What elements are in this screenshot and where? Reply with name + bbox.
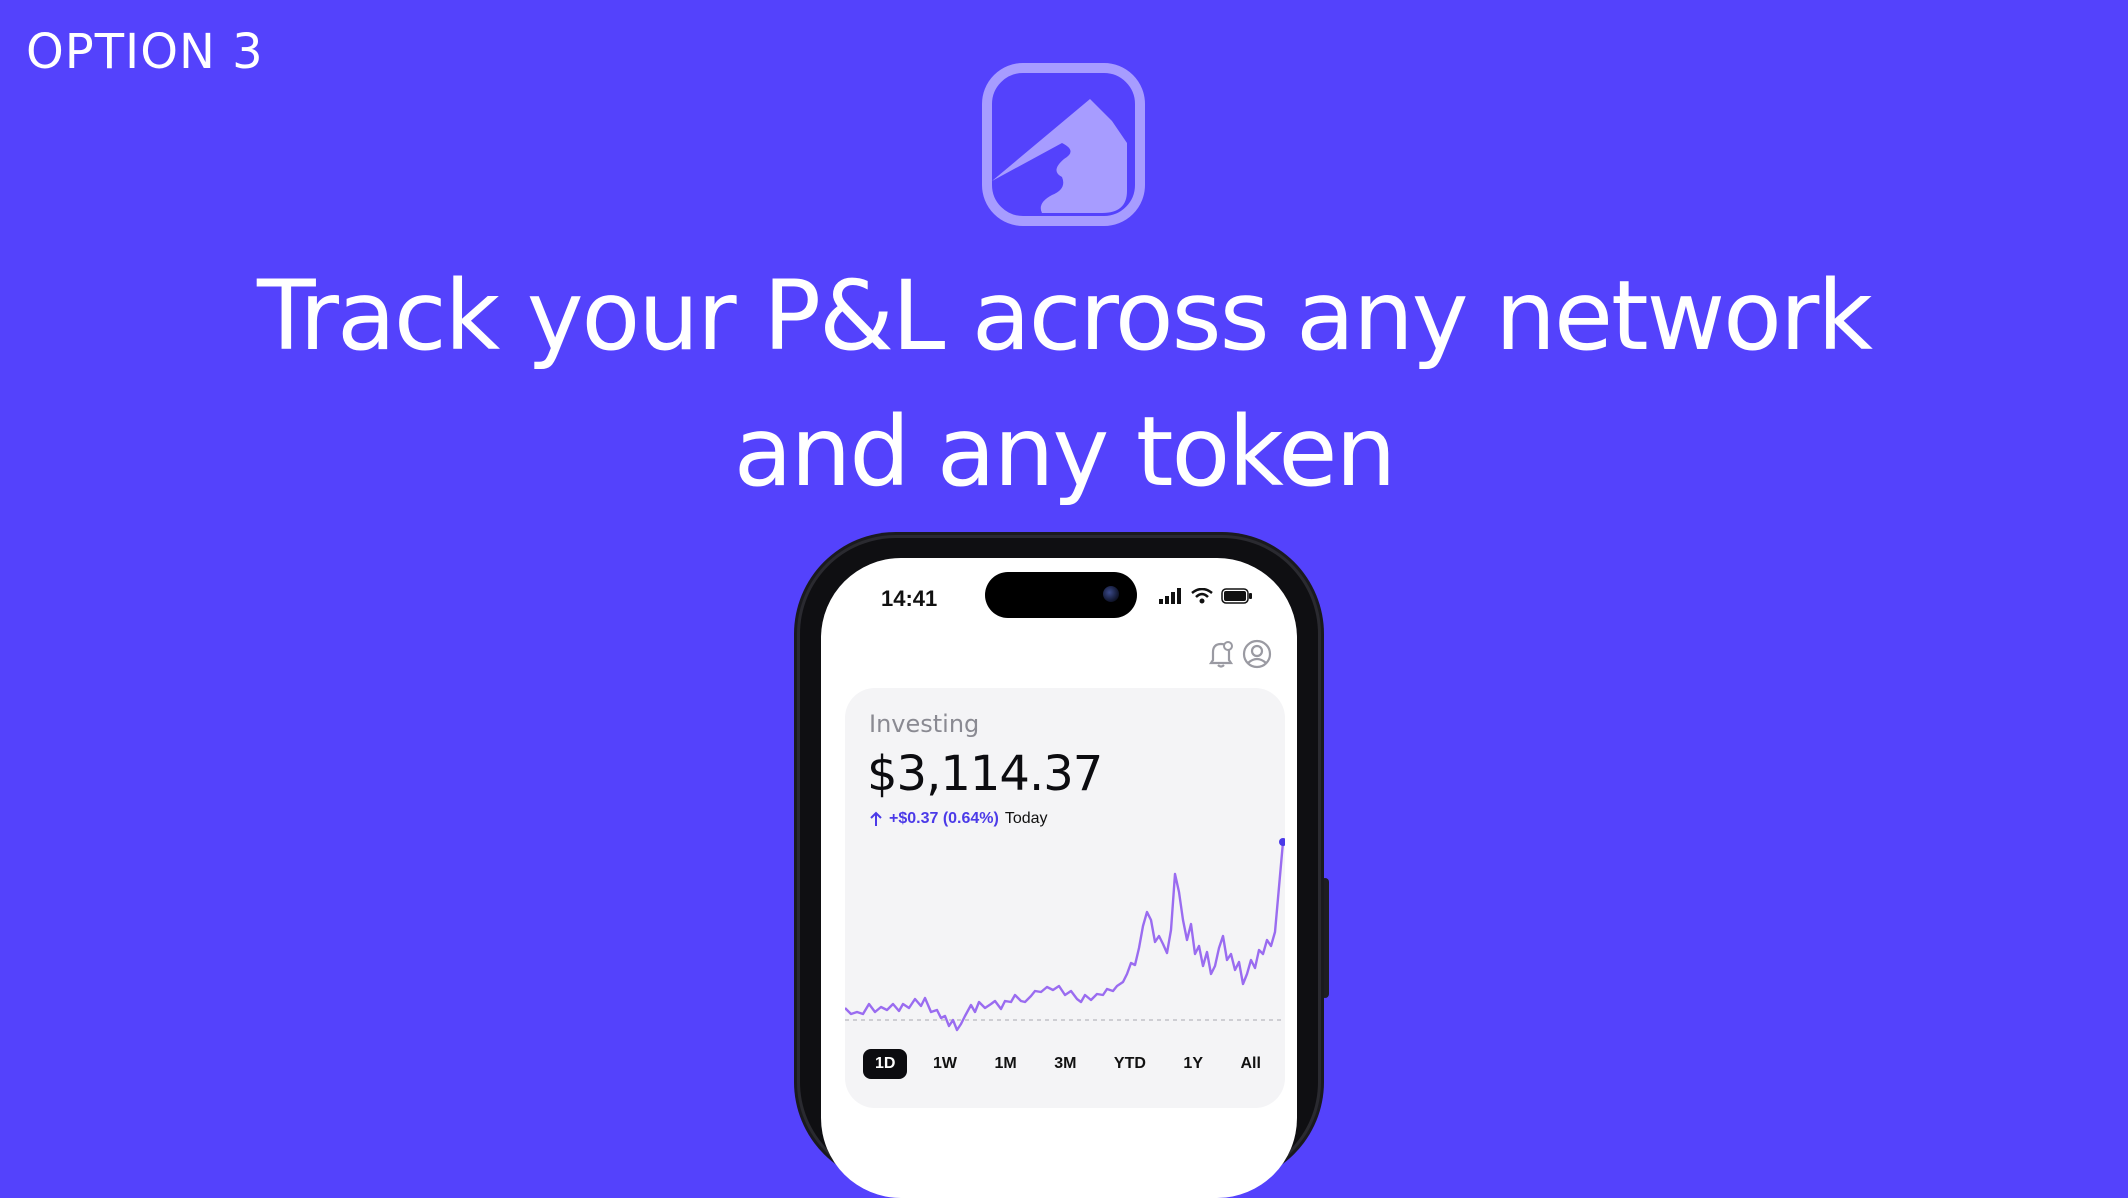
range-1m-button[interactable]: 1M	[982, 1049, 1028, 1079]
portfolio-value: $3,114.37	[867, 746, 1103, 802]
headline-line-1: Track your P&L across any network	[257, 260, 1873, 372]
change-row: +$0.37 (0.64%) Today	[869, 810, 1048, 828]
time-range-selector: 1D 1W 1M 3M YTD 1Y All	[863, 1048, 1273, 1080]
portfolio-line-chart	[845, 838, 1285, 1032]
portfolio-chart-logo-icon	[982, 63, 1145, 226]
change-value: +$0.37 (0.64%)	[889, 810, 999, 827]
card-title: Investing	[869, 710, 980, 738]
range-ytd-button[interactable]: YTD	[1102, 1049, 1158, 1079]
wifi-icon	[1191, 588, 1213, 604]
arrow-up-icon	[870, 811, 882, 826]
range-1y-button[interactable]: 1Y	[1171, 1049, 1215, 1079]
phone-screen: 14:41 Investing $3,114.37 +$0.37 (0.64%)…	[821, 558, 1297, 1198]
range-1d-button[interactable]: 1D	[863, 1049, 908, 1079]
option-label: OPTION 3	[26, 24, 264, 80]
chart-endpoint-dot	[1279, 838, 1285, 846]
camera-icon	[1103, 586, 1119, 602]
phone-mockup: 14:41 Investing $3,114.37 +$0.37 (0.64%)…	[785, 538, 1343, 1198]
price-line	[845, 841, 1285, 1032]
headline-line-2: and any token	[733, 396, 1397, 508]
range-1w-button[interactable]: 1W	[921, 1049, 969, 1079]
range-all-button[interactable]: All	[1229, 1049, 1273, 1079]
change-label: Today	[1004, 810, 1048, 827]
headline: Track your P&L across any network and an…	[0, 248, 2128, 520]
investing-card[interactable]: Investing $3,114.37 +$0.37 (0.64%) Today…	[845, 688, 1285, 1108]
phone-side-button-power	[1321, 878, 1329, 998]
cellular-signal-icon	[1159, 588, 1181, 604]
battery-icon	[1221, 588, 1252, 604]
range-3m-button[interactable]: 3M	[1042, 1049, 1088, 1079]
status-time: 14:41	[881, 586, 938, 611]
dynamic-island	[985, 572, 1137, 618]
status-icons	[1159, 588, 1253, 604]
bell-icon[interactable]	[1205, 638, 1237, 670]
profile-icon[interactable]	[1241, 638, 1273, 670]
